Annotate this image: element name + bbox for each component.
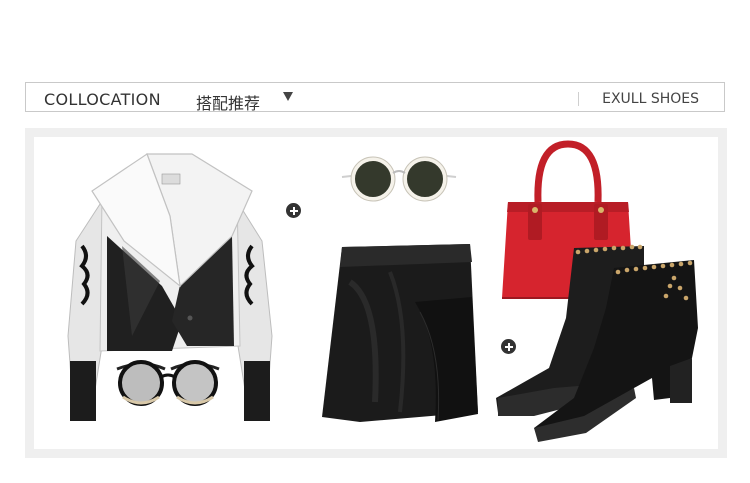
brand-link[interactable]: EXULL SHOES bbox=[602, 91, 699, 107]
plus-icon bbox=[286, 203, 301, 218]
triangle-down-icon[interactable] bbox=[283, 92, 293, 101]
collocation-header: COLLOCATION 搭配推荐 EXULL SHOES bbox=[25, 82, 725, 113]
studded-ankle-boots-image[interactable] bbox=[494, 238, 704, 443]
collocation-title: COLLOCATION bbox=[44, 90, 161, 109]
collocation-subtitle: 搭配推荐 bbox=[196, 94, 261, 113]
leather-skirt-image[interactable] bbox=[320, 242, 485, 427]
header-divider bbox=[578, 92, 579, 106]
round-sunglasses-image[interactable] bbox=[340, 155, 458, 205]
cat-eye-sunglasses-image[interactable] bbox=[113, 357, 223, 409]
